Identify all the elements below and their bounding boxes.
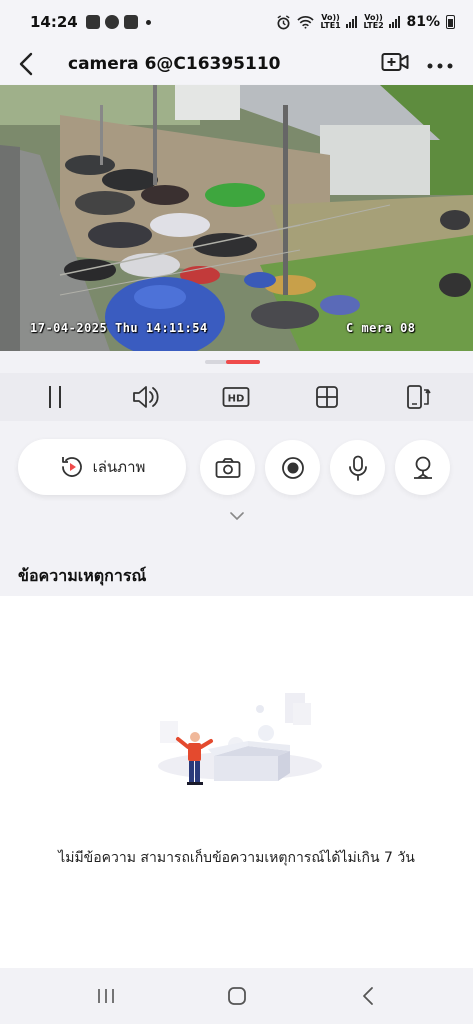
alarm-icon — [277, 14, 291, 29]
video-camera-label: C mera 08 — [346, 321, 416, 335]
playback-label: เล่นภาพ — [92, 458, 146, 476]
page-title: camera 6@C16395110 — [68, 54, 281, 74]
gallery-icon — [85, 15, 100, 29]
screenshot-icon — [215, 457, 240, 478]
status-bar: 14:24 Vo)) LTE1 Vo)) LTE2 81% — [0, 0, 473, 44]
grid-icon — [316, 386, 338, 408]
hd-button[interactable]: HD — [214, 377, 258, 417]
drag-handle-area[interactable] — [0, 351, 473, 373]
hd-label: HD — [228, 394, 245, 405]
sim2-label: Vo)) LTE2 — [363, 13, 384, 30]
empty-state-text: ไม่มีข้อความ สามารถเก็บข้อความเหตุการณ์ไ… — [58, 850, 415, 866]
back-button[interactable] — [0, 44, 52, 84]
ptz-icon — [413, 456, 432, 479]
hd-icon: HD — [223, 387, 250, 407]
status-time: 14:24 — [30, 13, 78, 31]
screenshot-button[interactable] — [200, 440, 255, 495]
events-list: ไม่มีข้อความ สามารถเก็บข้อความเหตุการณ์ไ… — [0, 596, 473, 968]
app-header: camera 6@C16395110 — [0, 44, 473, 84]
back-arrow-icon — [19, 52, 33, 76]
pause-icon — [49, 386, 62, 408]
sim1-label: Vo)) LTE1 — [320, 13, 341, 30]
video-timestamp: 17-04-2025 Thu 14:11:54 — [30, 321, 208, 335]
rotate-screen-icon — [406, 385, 431, 409]
record-icon — [281, 456, 304, 479]
events-header: ข้อความเหตุการณ์ — [0, 556, 473, 596]
drag-handle[interactable] — [205, 360, 260, 364]
events-title: ข้อความเหตุการณ์ — [18, 565, 147, 585]
signal-icon — [389, 16, 401, 28]
recent-apps-icon — [97, 989, 114, 1003]
battery-percent: 81% — [406, 14, 440, 30]
record-button[interactable] — [265, 440, 320, 495]
add-camera-button[interactable] — [381, 51, 409, 77]
system-nav-bar — [0, 968, 473, 1024]
camera-feed-image — [0, 85, 473, 351]
wifi-icon — [297, 16, 315, 29]
microphone-button[interactable] — [330, 440, 385, 495]
empty-state-illustration — [158, 693, 322, 785]
back-icon — [362, 987, 373, 1005]
more-button[interactable] — [427, 55, 453, 74]
playback-button[interactable]: เล่นภาพ — [18, 439, 186, 495]
microphone-icon — [348, 455, 367, 481]
sigma-app-icon — [123, 15, 138, 29]
ptz-button[interactable] — [395, 440, 450, 495]
battery-icon — [446, 15, 455, 29]
pause-button[interactable] — [33, 377, 77, 417]
rotate-screen-button[interactable] — [396, 377, 440, 417]
live-video[interactable]: 17-04-2025 Thu 14:11:54 C mera 08 — [0, 85, 473, 351]
playback-icon — [61, 457, 82, 477]
grid-button[interactable] — [305, 377, 349, 417]
facebook-icon — [104, 15, 119, 29]
system-back-button[interactable] — [338, 974, 398, 1018]
more-icon — [427, 63, 453, 68]
home-button[interactable] — [207, 974, 267, 1018]
video-toolbar: HD — [0, 373, 473, 421]
chevron-down-icon — [230, 512, 244, 520]
volume-icon — [132, 386, 159, 408]
expand-button[interactable] — [228, 509, 246, 523]
home-icon — [227, 987, 246, 1005]
volume-button[interactable] — [124, 377, 168, 417]
add-camera-icon — [381, 53, 409, 71]
signal-icon — [346, 16, 358, 28]
controls-panel: เล่นภาพ — [0, 421, 473, 556]
recent-apps-button[interactable] — [76, 974, 136, 1018]
drag-handle-active — [226, 360, 260, 364]
status-right: Vo)) LTE1 Vo)) LTE2 81% — [276, 14, 455, 30]
notification-dot-icon — [145, 19, 151, 25]
